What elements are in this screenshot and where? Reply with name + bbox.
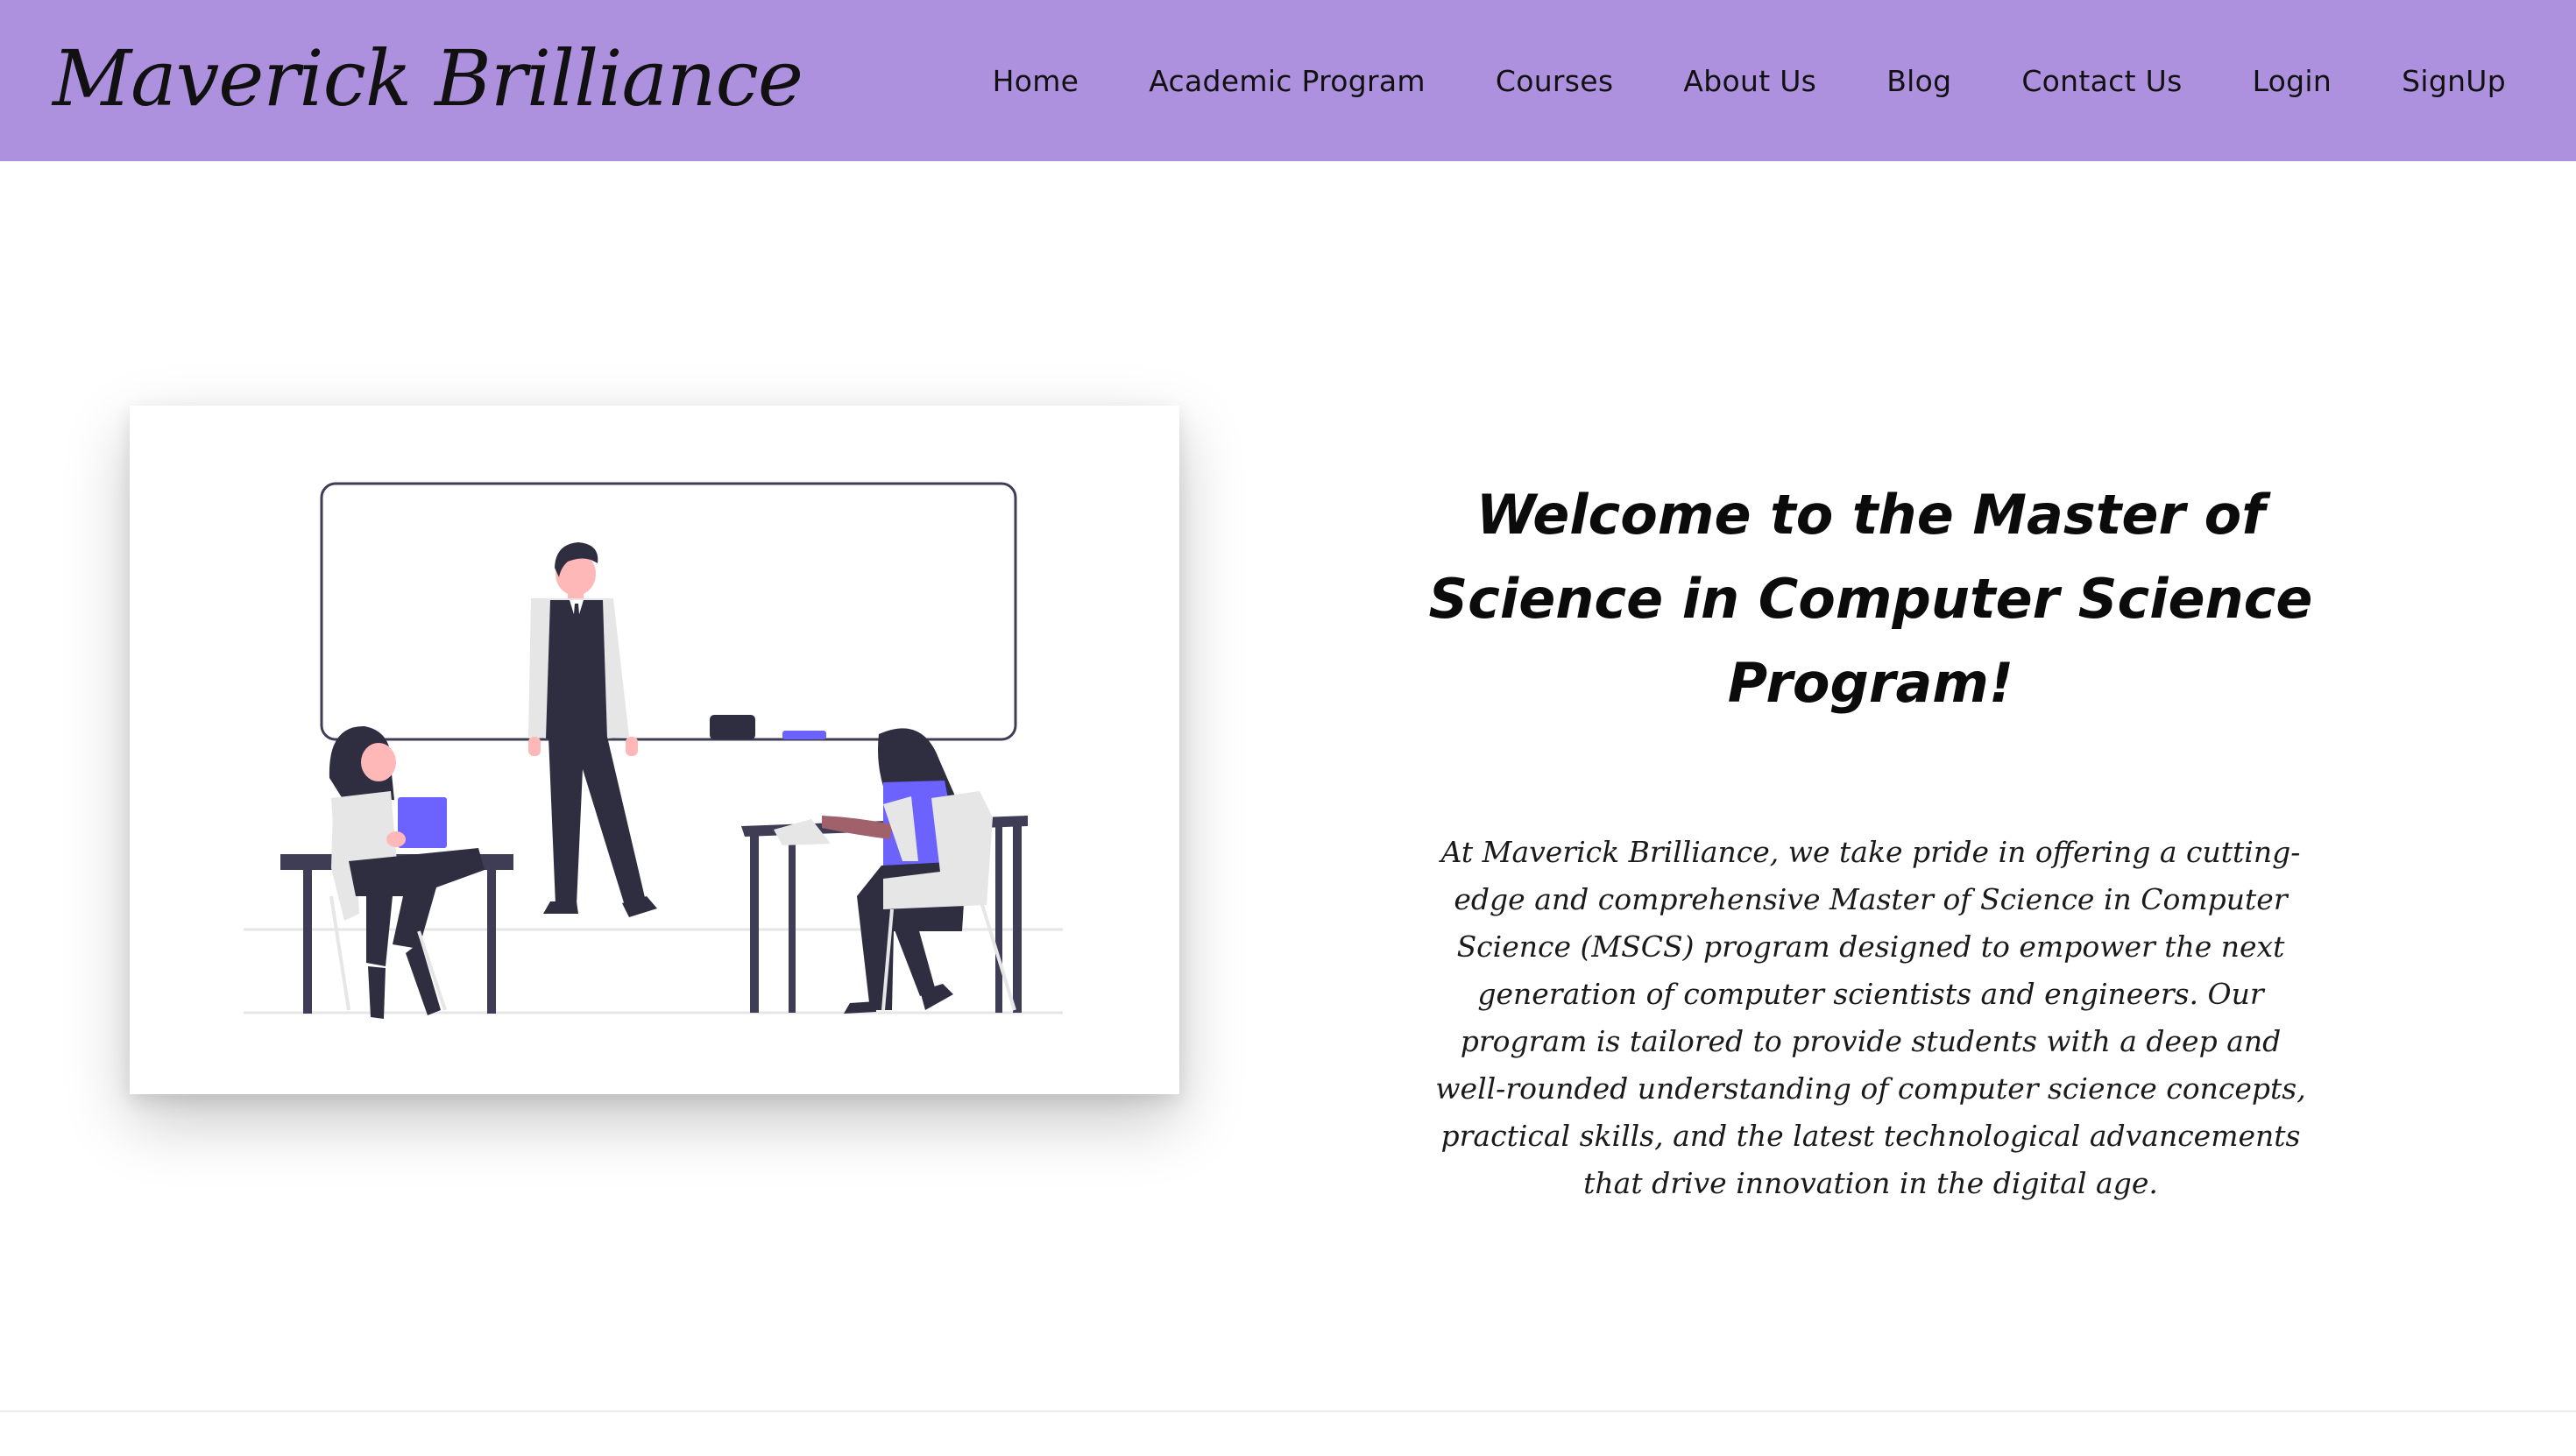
top-navbar: Maverick Brilliance Home Academic Progra… [0,0,2576,161]
nav-login-link[interactable]: Login [2253,64,2332,98]
brand-logo[interactable]: Maverick Brilliance [53,25,803,133]
main-nav: Home Academic Program Courses About Us B… [993,53,2506,109]
classroom-illustration [244,482,1063,1019]
section-divider [0,1410,2576,1412]
nav-about-us-link[interactable]: About Us [1683,64,1816,98]
nav-blog-link[interactable]: Blog [1886,64,1951,98]
nav-home-link[interactable]: Home [993,64,1079,98]
board-marker [782,731,826,739]
board-eraser [710,715,755,739]
hero-title: Welcome to the Master of Science in Comp… [1428,483,2313,715]
hero-text-section: Welcome to the Master of Science in Comp… [1411,473,2331,1207]
nav-signup-link[interactable]: SignUp [2402,64,2506,98]
left-student-figure [329,725,485,1019]
right-student-figure [822,728,1016,1014]
hero-illustration-card [130,406,1179,1094]
hero-description: At Maverick Brilliance, we take pride in… [1435,835,2306,1200]
whiteboard [320,482,1017,741]
nav-academic-program-link[interactable]: Academic Program [1149,64,1426,98]
nav-courses-link[interactable]: Courses [1496,64,1614,98]
nav-contact-us-link[interactable]: Contact Us [2021,64,2182,98]
